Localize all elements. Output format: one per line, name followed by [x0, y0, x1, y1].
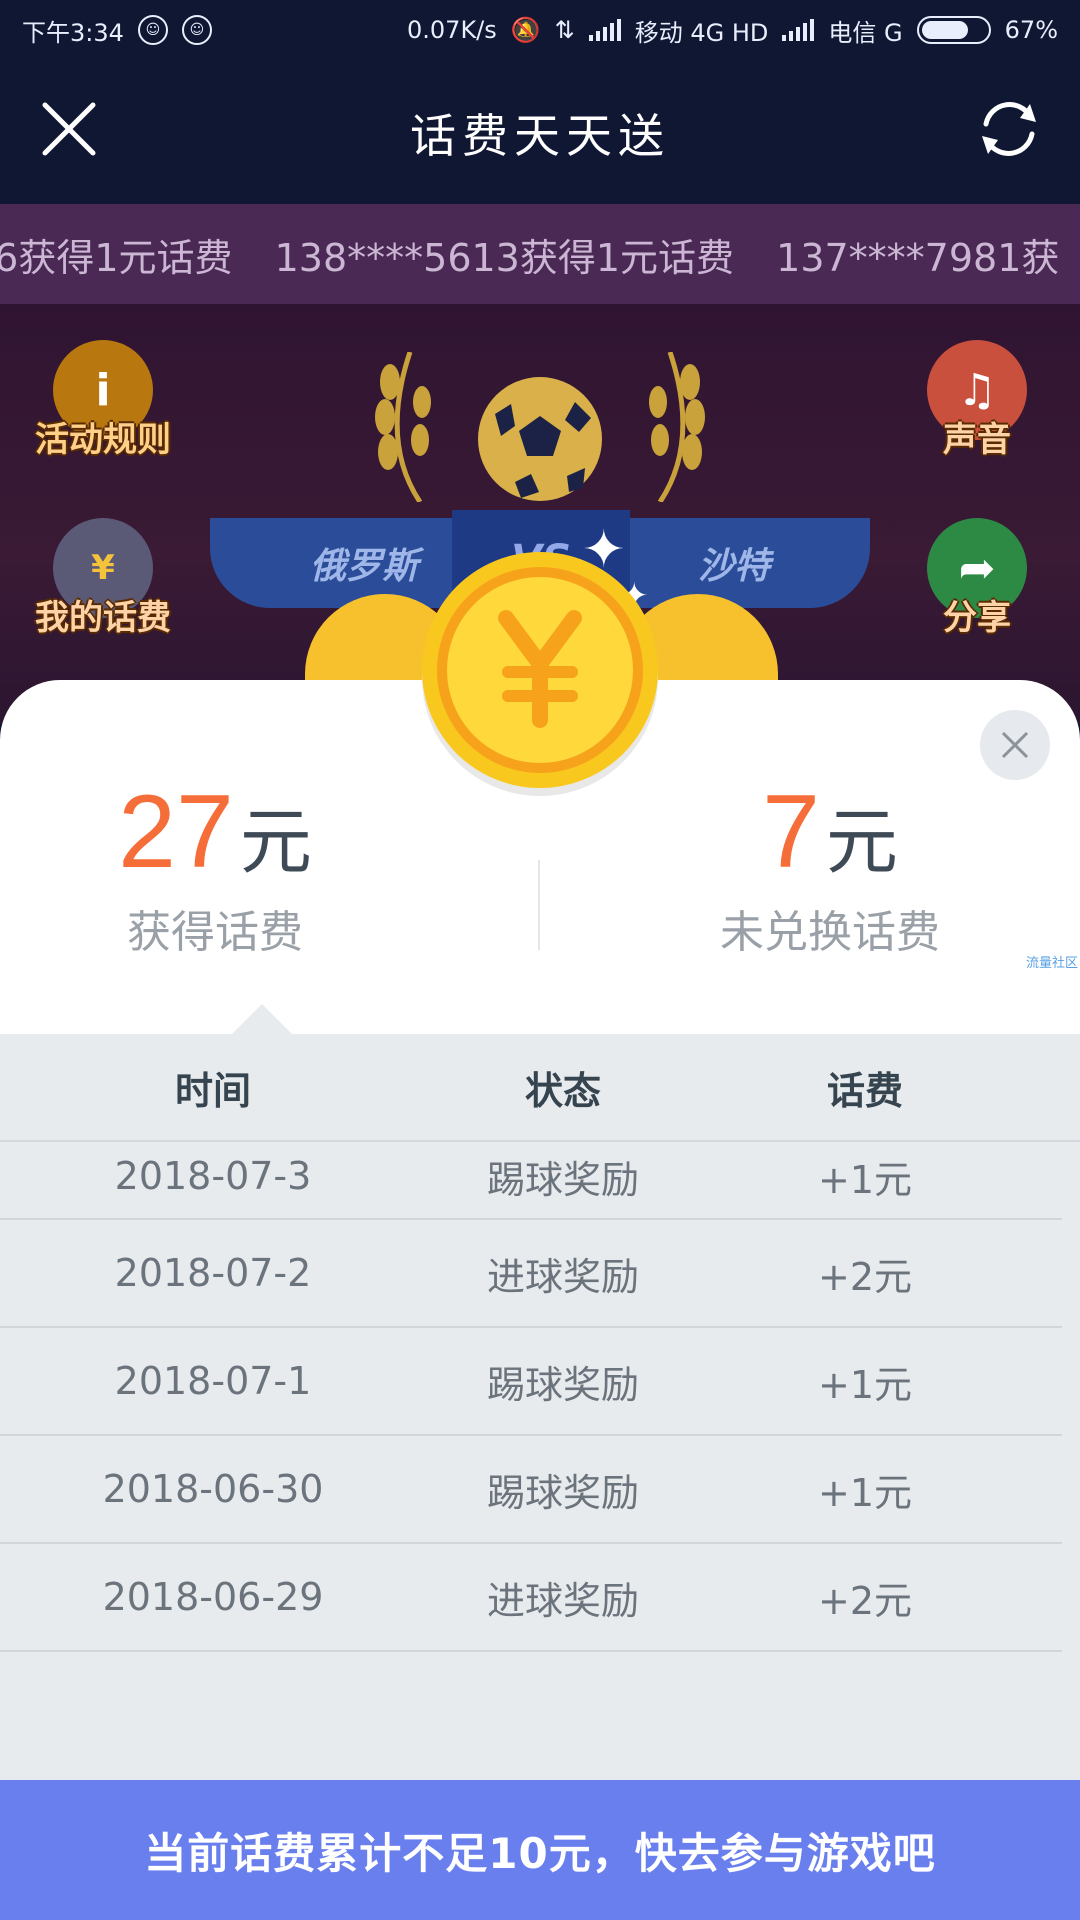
row-status: 踢球奖励	[486, 1157, 639, 1202]
battery-percent: 67%	[1004, 16, 1058, 44]
refresh-icon	[982, 102, 1036, 156]
signal-icon	[588, 19, 621, 41]
my-bill-button[interactable]: ¥ 我的话费	[28, 518, 178, 648]
network-speed: 0.07K/s	[407, 16, 497, 44]
marquee-item: 138****5613获得1元话费	[274, 235, 735, 280]
table-row: 2018-07-1 踢球奖励 +1元	[0, 1328, 1062, 1436]
row-amount: +1元	[817, 1362, 913, 1407]
table-body[interactable]: 2018-07-3 踢球奖励 +1元 2018-07-2 进球奖励 +2元 20…	[0, 1142, 1080, 1672]
bill-history-table: 时间 状态 话费 2018-07-3 踢球奖励 +1元 2018-07-2 进球…	[0, 1034, 1080, 1780]
row-amount: +2元	[817, 1578, 913, 1623]
row-date: 2018-06-29	[102, 1575, 324, 1619]
row-status: 进球奖励	[486, 1254, 639, 1299]
share-button[interactable]: ➦ 分享	[902, 518, 1052, 648]
my-bill-label: 我的话费	[35, 598, 171, 638]
status-bar: 下午3:34 ☺ ☺ 0.07K/s 🔕 ⇅ 移动 4G HD 电信 G 67%	[0, 0, 1080, 60]
play-game-button[interactable]: 当前话费累计不足10元，快去参与游戏吧	[0, 1780, 1080, 1920]
earned-unit: 元	[239, 800, 312, 884]
row-status: 踢球奖励	[486, 1362, 639, 1407]
battery-icon	[916, 16, 991, 44]
row-amount: +1元	[817, 1157, 913, 1202]
sound-button[interactable]: ♫ 声音	[902, 340, 1052, 470]
page-title: 话费天天送	[410, 109, 670, 163]
data-transfer-icon: ⇅	[554, 16, 575, 44]
notification-icon: ☺	[137, 15, 168, 45]
row-date: 2018-06-30	[102, 1467, 324, 1511]
rules-label: 活动规则	[35, 420, 171, 460]
marquee-item: 137****7981获	[776, 235, 1060, 280]
winners-marquee: 66获得1元话费 138****5613获得1元话费 137****7981获	[0, 204, 1080, 304]
refresh-button[interactable]	[974, 94, 1044, 164]
rules-button[interactable]: i 活动规则	[28, 340, 178, 470]
notification-icon: ☺	[181, 15, 212, 45]
watermark: 流量社区	[1025, 956, 1078, 971]
yuan-coin-icon	[422, 552, 658, 796]
header-amount: 话费	[826, 1068, 903, 1113]
share-label: 分享	[943, 598, 1011, 638]
table-row: 2018-06-30 踢球奖励 +1元	[0, 1436, 1062, 1544]
unredeemed-value: 7	[762, 774, 820, 890]
unredeemed-stat: 7 元 未兑换话费	[540, 780, 1080, 960]
table-row: 2018-06-29 进球奖励 +2元	[0, 1544, 1062, 1652]
app-header: 话费天天送	[0, 60, 1080, 204]
team-right: 沙特	[697, 546, 770, 587]
status-time: 下午3:34	[22, 18, 124, 47]
row-amount: +2元	[817, 1254, 913, 1299]
marquee-item: 66获得1元话费	[0, 235, 233, 280]
row-amount: +1元	[817, 1470, 913, 1515]
row-status: 踢球奖励	[486, 1470, 639, 1515]
unredeemed-label: 未兑换话费	[720, 907, 940, 958]
carrier-label: 电信 G	[828, 18, 903, 47]
football-icon	[478, 377, 602, 501]
laurel-icon	[649, 352, 705, 502]
laurel-icon	[375, 352, 431, 502]
sound-label: 声音	[943, 420, 1011, 460]
earned-stat: 27 元 获得话费	[0, 780, 540, 960]
tab-pointer	[232, 1004, 292, 1034]
team-left: 俄罗斯	[310, 546, 419, 587]
header-time: 时间	[174, 1068, 251, 1113]
header-status: 状态	[524, 1068, 601, 1113]
mute-icon: 🔕	[510, 16, 541, 44]
row-date: 2018-07-2	[114, 1251, 312, 1295]
earned-label: 获得话费	[127, 907, 303, 958]
carrier-label: 移动 4G HD	[634, 18, 769, 47]
table-row: 2018-07-3 踢球奖励 +1元	[0, 1142, 1062, 1220]
unredeemed-unit: 元	[825, 800, 898, 884]
signal-icon	[782, 19, 815, 41]
row-status: 进球奖励	[486, 1578, 639, 1623]
earned-value: 27	[118, 774, 234, 890]
row-date: 2018-07-1	[114, 1359, 312, 1403]
table-header: 时间 状态 话费	[0, 1034, 1080, 1142]
row-date: 2018-07-3	[114, 1154, 312, 1198]
table-row: 2018-07-2 进球奖励 +2元	[0, 1220, 1062, 1328]
close-icon	[1001, 731, 1029, 759]
panel-close-button[interactable]	[980, 710, 1050, 780]
